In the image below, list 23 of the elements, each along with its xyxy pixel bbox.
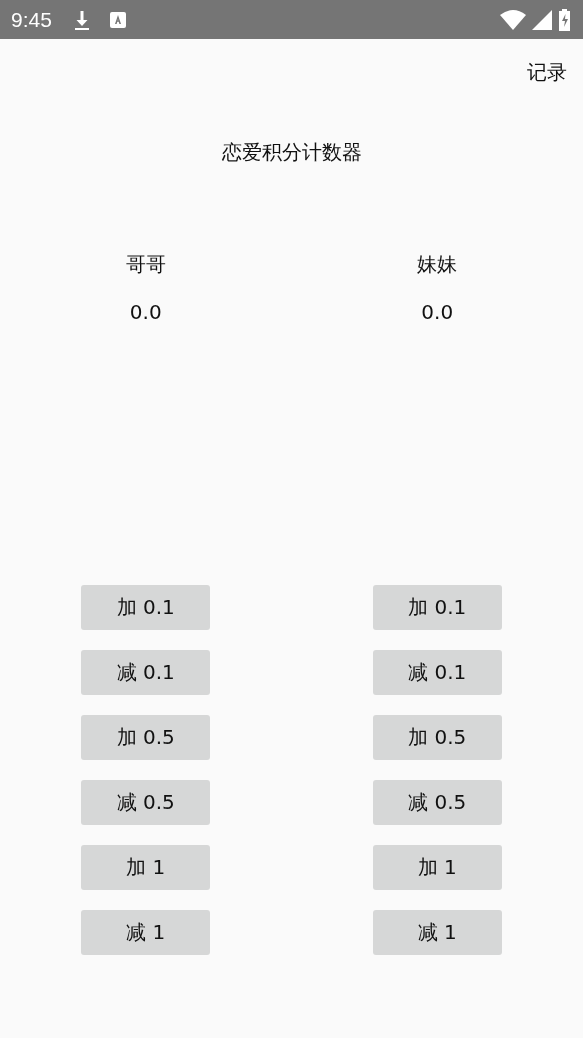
score-button[interactable]: 减 1 xyxy=(372,910,502,955)
score-button[interactable]: 加 1 xyxy=(81,845,211,890)
app-title: 恋爱积分计数器 xyxy=(220,139,363,166)
player-name: 哥哥 xyxy=(125,251,166,278)
font-icon xyxy=(109,11,126,28)
score-button[interactable]: 减 1 xyxy=(81,910,211,955)
player-name: 妹妹 xyxy=(417,251,458,278)
wifi-icon xyxy=(500,8,526,31)
score-button[interactable]: 减 0.5 xyxy=(81,780,211,825)
score-button[interactable]: 减 0.1 xyxy=(81,650,211,695)
score-button[interactable]: 减 0.1 xyxy=(372,650,502,695)
score-value: 0.0 xyxy=(421,299,454,326)
score-button[interactable]: 加 0.1 xyxy=(372,585,502,630)
signal-icon xyxy=(532,9,552,30)
clock: 9:45 xyxy=(11,7,52,32)
score-button[interactable]: 加 0.5 xyxy=(372,715,502,760)
score-button[interactable]: 加 0.1 xyxy=(81,585,211,630)
score-button[interactable]: 加 1 xyxy=(372,845,502,890)
record-button[interactable]: 记录 xyxy=(527,57,567,87)
score-value: 0.0 xyxy=(129,299,162,326)
score-button[interactable]: 加 0.5 xyxy=(81,715,211,760)
score-button[interactable]: 减 0.5 xyxy=(372,780,502,825)
battery-icon xyxy=(558,8,571,31)
